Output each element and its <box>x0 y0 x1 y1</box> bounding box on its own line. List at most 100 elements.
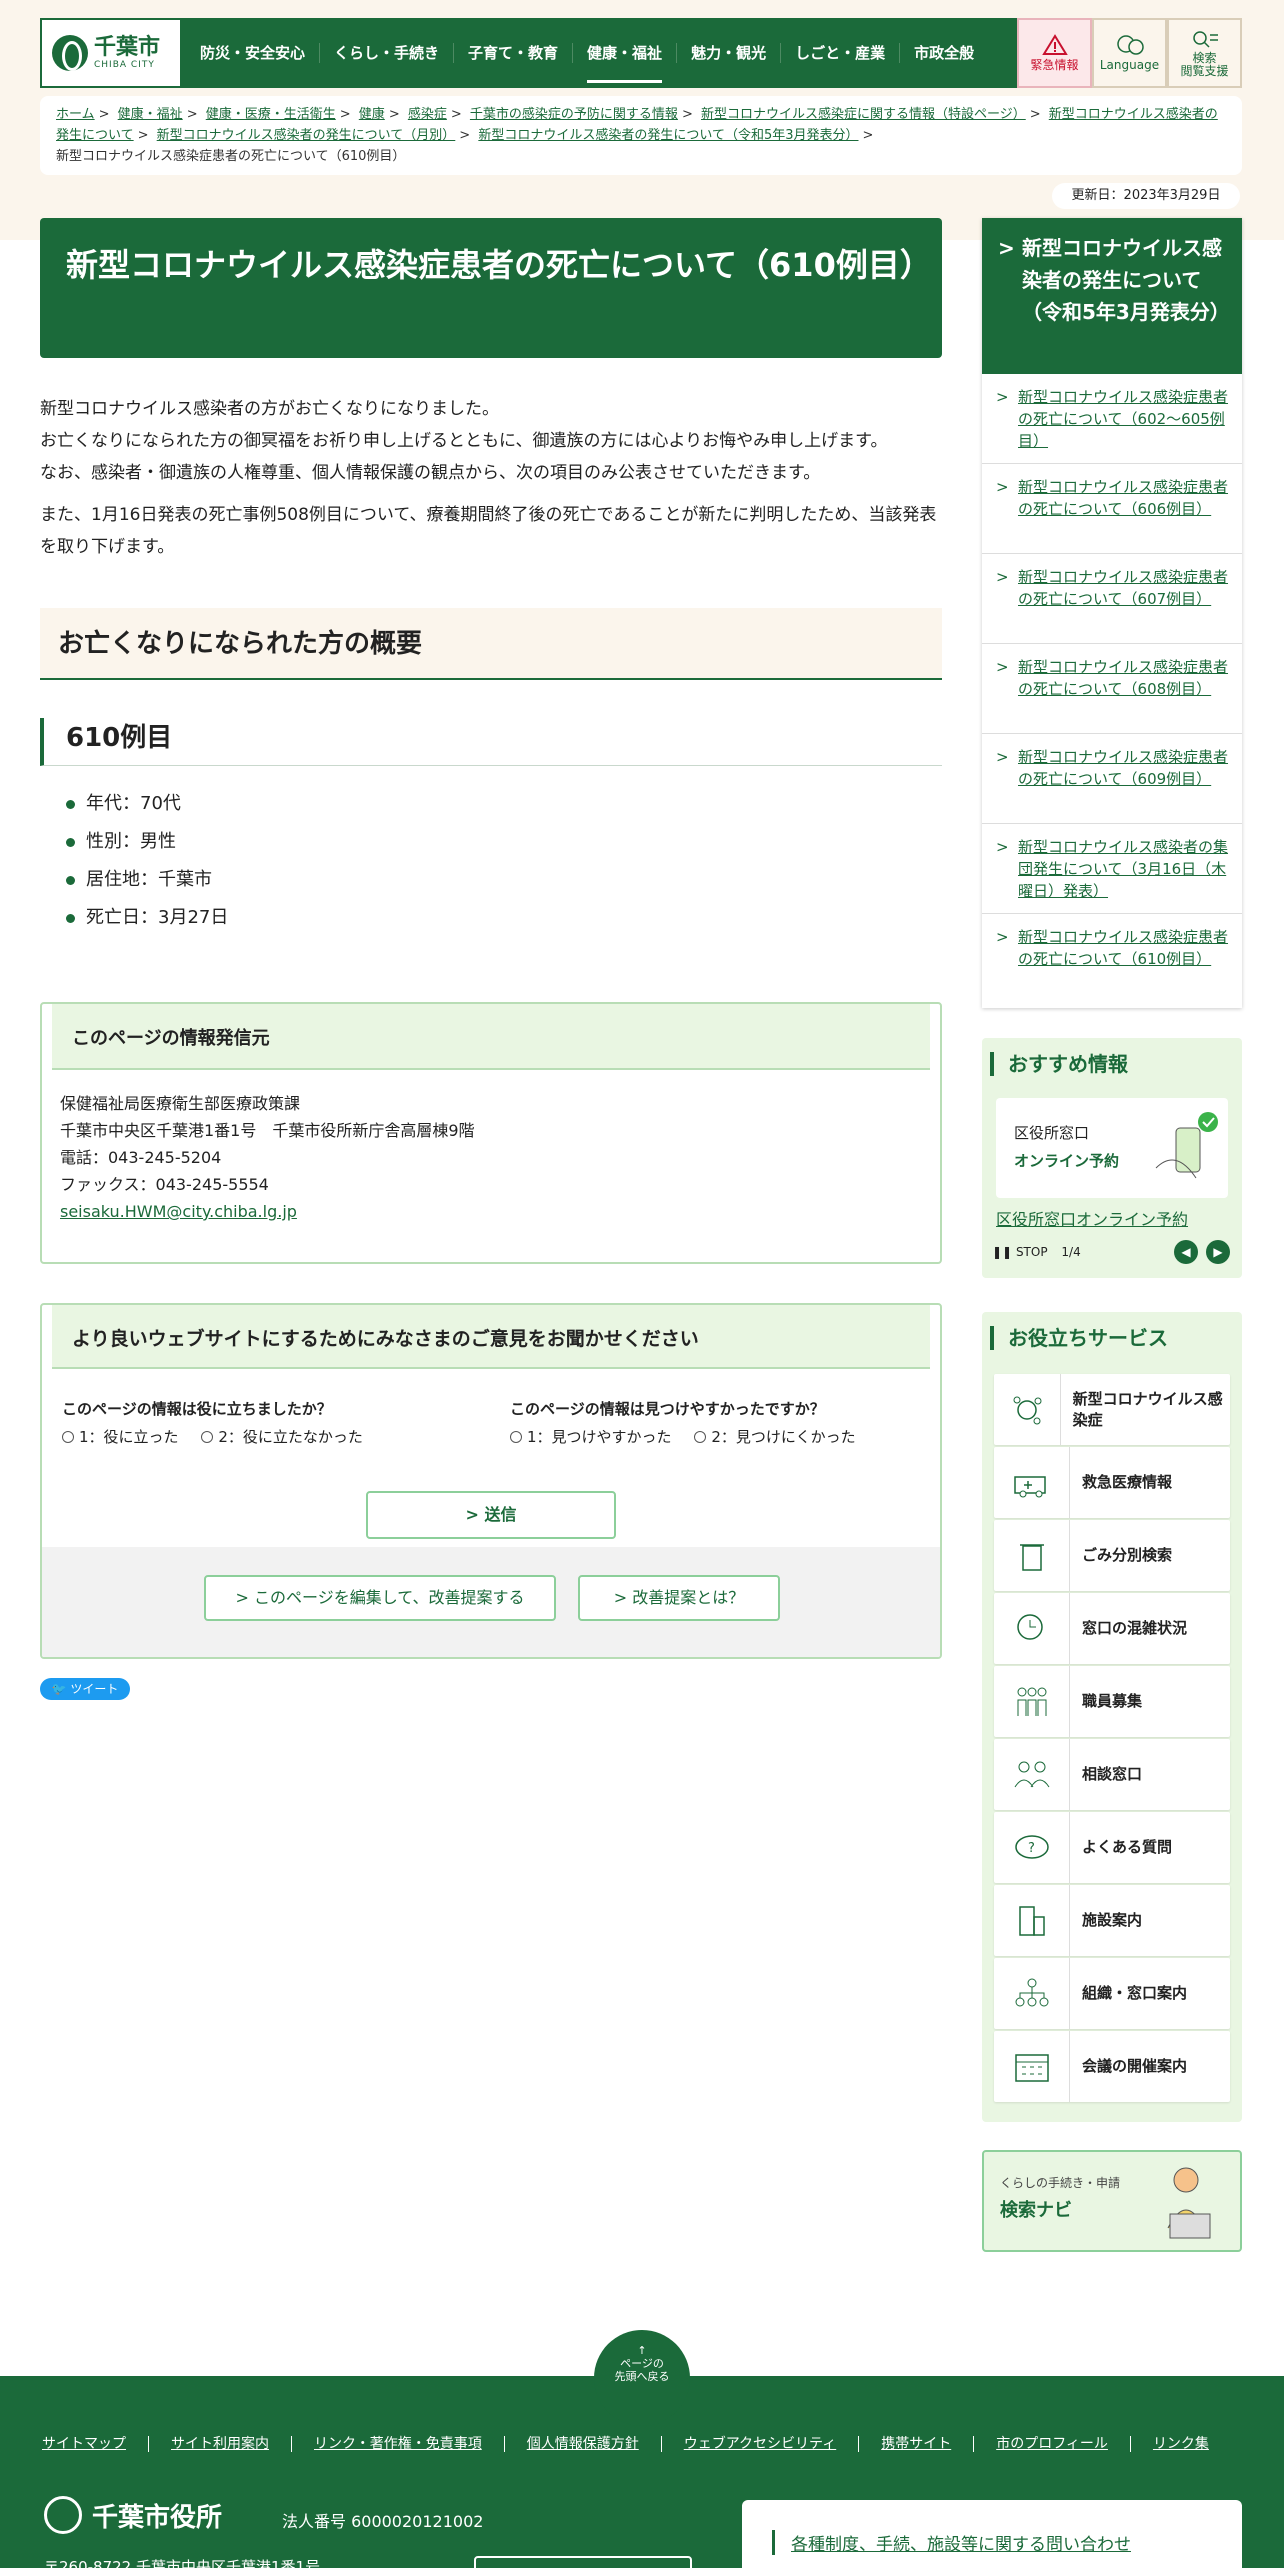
sidebar-item[interactable]: 新型コロナウイルス感染症患者の死亡について（609例目） <box>982 734 1242 824</box>
gnav-shigoto[interactable]: しごと・産業 <box>781 43 901 63</box>
search-button[interactable]: 検索 閲覧支援 <box>1167 18 1242 88</box>
sidebar-item[interactable]: 新型コロナウイルス感染症患者の死亡について（608例目） <box>982 644 1242 734</box>
footer-link[interactable]: 市のプロフィール <box>974 2436 1131 2452</box>
edit-suggest-button[interactable]: > このページを編集して、改善提案する <box>204 1575 556 1621</box>
service-item[interactable]: ごみ分別検索 <box>994 1520 1230 1591</box>
case-heading: 610例目 <box>40 718 942 766</box>
sidebar-link[interactable]: 新型コロナウイルス感染症患者の死亡について（602〜605例目） <box>1018 388 1228 450</box>
site-logo[interactable]: 千葉市 CHIBA CITY <box>40 18 180 88</box>
recommend-link[interactable]: 区役所窓口オンライン予約 <box>996 1206 1188 1230</box>
smartphone-hand-icon <box>1155 1112 1218 1179</box>
gnav-shisei[interactable]: 市政全般 <box>900 43 988 63</box>
fact-sex: 性別：男性 <box>60 823 228 861</box>
q2-option-easy[interactable]: 1：見つけやすかった <box>510 1428 672 1446</box>
footer-link[interactable]: 個人情報保護方針 <box>505 2436 662 2452</box>
arrow-up-icon: ↑ <box>637 2344 647 2357</box>
sidebar-item[interactable]: 新型コロナウイルス感染症患者の死亡について（606例目） <box>982 464 1242 554</box>
footer-map-button[interactable] <box>474 2556 692 2568</box>
q2-option-hard[interactable]: 2：見つけにくかった <box>694 1428 856 1446</box>
footer-link[interactable]: 携帯サイト <box>859 2436 975 2452</box>
gnav-kosodate[interactable]: 子育て・教育 <box>454 43 574 63</box>
footer-link[interactable]: サイトマップ <box>42 2436 149 2452</box>
search-navi-banner[interactable]: くらしの手続き・申請 検索ナビ <box>982 2150 1242 2252</box>
q1-option-useful[interactable]: 1：役に立った <box>62 1428 179 1446</box>
logo-text-en: CHIBA CITY <box>94 60 155 70</box>
emergency-button[interactable]: 緊急情報 <box>1017 18 1092 88</box>
q1-option-not-useful[interactable]: 2：役に立たなかった <box>201 1428 363 1446</box>
breadcrumb-current: 新型コロナウイルス感染症患者の死亡について（610例目） <box>56 149 406 164</box>
ambulance-icon <box>994 1447 1070 1518</box>
global-nav: 防災・安全安心 くらし・手続き 子育て・教育 健康・福祉 魅力・観光 しごと・産… <box>180 18 1017 88</box>
service-item[interactable]: ? よくある質問 <box>994 1812 1230 1883</box>
sidebar-heading[interactable]: 新型コロナウイルス感染者の発生について（令和5年3月発表分） <box>982 218 1242 374</box>
consult-icon <box>994 1739 1070 1810</box>
carousel-counter: 1/4 <box>1061 1245 1081 1259</box>
footer-address: 〒260-8722 千葉市中央区千葉港1番1号 <box>44 2558 321 2568</box>
service-label: よくある質問 <box>1082 1838 1173 1856</box>
gnav-kurashi[interactable]: くらし・手続き <box>320 43 455 63</box>
feedback-q1: このページの情報は役に立ちましたか？ 1：役に立った 2：役に立たなかった <box>62 1395 381 1451</box>
breadcrumb-link[interactable]: 新型コロナウイルス感染者の発生について（月別） <box>157 128 456 143</box>
site-header: 千葉市 CHIBA CITY 防災・安全安心 くらし・手続き 子育て・教育 健康… <box>40 18 1242 88</box>
sidebar-item[interactable]: 新型コロナウイルス感染症患者の死亡について（607例目） <box>982 554 1242 644</box>
sidebar-link[interactable]: 新型コロナウイルス感染症患者の死亡について（607例目） <box>1018 568 1228 608</box>
pause-icon[interactable]: ❚❚ <box>992 1245 1012 1259</box>
submit-button[interactable]: > 送信 <box>366 1491 616 1539</box>
sidebar-link[interactable]: 新型コロナウイルス感染症患者の死亡について（606例目） <box>1018 478 1228 518</box>
sidebar-item[interactable]: 新型コロナウイルス感染症患者の死亡について（602〜605例目） <box>982 374 1242 464</box>
service-item[interactable]: 新型コロナウイルス感染症 <box>994 1374 1230 1445</box>
breadcrumb-link[interactable]: 感染症 <box>408 107 447 122</box>
contact-box: このページの情報発信元 保健福祉局医療衛生部医療政策課 千葉市中央区千葉港1番1… <box>40 1002 942 1264</box>
sidebar-link[interactable]: 新型コロナウイルス感染症患者の死亡について（609例目） <box>1018 748 1228 788</box>
banner-text-1: 区役所窓口 <box>1014 1124 1090 1142</box>
breadcrumb-link[interactable]: 健康・福祉 <box>118 107 183 122</box>
calendar-icon <box>994 2031 1070 2102</box>
breadcrumb-link[interactable]: 健康 <box>359 107 385 122</box>
sidebar-link[interactable]: 新型コロナウイルス感染症患者の死亡について（610例目） <box>1018 928 1228 968</box>
breadcrumb-link[interactable]: 千葉市の感染症の予防に関する情報 <box>470 107 678 122</box>
footer-link[interactable]: リンク・著作権・免責事項 <box>292 2436 505 2452</box>
gnav-miryoku[interactable]: 魅力・観光 <box>677 43 782 63</box>
stop-button[interactable]: STOP <box>1016 1245 1048 1259</box>
feedback-footer: > このページを編集して、改善提案する > 改善提案とは？ <box>42 1547 940 1657</box>
service-label: 新型コロナウイルス感染症 <box>1072 1389 1223 1429</box>
service-item[interactable]: 組織・窓口案内 <box>994 1958 1230 2029</box>
contact-email-link[interactable]: seisaku.HWM@city.chiba.lg.jp <box>60 1202 297 1221</box>
sidebar-item[interactable]: 新型コロナウイルス感染者の集団発生について（3月16日（木曜日）発表） <box>982 824 1242 914</box>
carousel-controls: ❚❚ STOP 1/4 <box>992 1245 1081 1259</box>
service-label: 会議の開催案内 <box>1082 2057 1188 2075</box>
feedback-heading: より良いウェブサイトにするためにみなさまのご意見をお聞かせください <box>52 1305 930 1369</box>
about-suggest-button[interactable]: > 改善提案とは？ <box>578 1575 780 1621</box>
breadcrumb-link[interactable]: 新型コロナウイルス感染症に関する情報（特設ページ） <box>701 107 1026 122</box>
breadcrumb-link[interactable]: ホーム <box>56 107 95 122</box>
footer-link[interactable]: ウェブアクセシビリティ <box>662 2436 860 2452</box>
tweet-button[interactable]: 🐦 ツイート <box>40 1678 130 1700</box>
page-top-button[interactable]: ↑ ページの 先頭へ戻る <box>594 2330 690 2426</box>
breadcrumb-link[interactable]: 健康・医療・生活衛生 <box>206 107 336 122</box>
service-item[interactable]: 会議の開催案内 <box>994 2031 1230 2102</box>
inquiry-link[interactable]: 各種制度、手続、施設等に関する問い合わせ <box>772 2530 1131 2555</box>
breadcrumb-link[interactable]: 新型コロナウイルス感染者の発生について（令和5年3月発表分） <box>478 128 858 143</box>
language-button[interactable]: Language <box>1092 18 1167 88</box>
footer-link[interactable]: リンク集 <box>1131 2436 1231 2452</box>
case-facts-list: 年代：70代 性別：男性 居住地：千葉市 死亡日：3月27日 <box>60 785 228 937</box>
banner-text-2: オンライン予約 <box>1014 1152 1120 1170</box>
recommend-banner[interactable]: 区役所窓口 オンライン予約 <box>996 1098 1228 1198</box>
sidebar-link[interactable]: 新型コロナウイルス感染者の集団発生について（3月16日（木曜日）発表） <box>1018 838 1228 900</box>
sidebar-local-nav: 新型コロナウイルス感染者の発生について（令和5年3月発表分） 新型コロナウイルス… <box>982 218 1242 1008</box>
service-item[interactable]: 職員募集 <box>994 1666 1230 1737</box>
intro-line-3: なお、感染者・御遺族の人権尊重、個人情報保護の観点から、次の項目のみ公表させてい… <box>40 463 821 483</box>
service-item[interactable]: 施設案内 <box>994 1885 1230 1956</box>
prev-arrow-icon[interactable]: ◀ <box>1174 1240 1198 1264</box>
service-item[interactable]: 救急医療情報 <box>994 1447 1230 1518</box>
footer-link[interactable]: サイト利用案内 <box>149 2436 292 2452</box>
next-arrow-icon[interactable]: ▶ <box>1206 1240 1230 1264</box>
footer-org-name: 千葉市役所 <box>92 2502 223 2533</box>
sidebar-link[interactable]: 新型コロナウイルス感染症患者の死亡について（608例目） <box>1018 658 1228 698</box>
breadcrumb: ホーム > 健康・福祉 > 健康・医療・生活衛生 > 健康 > 感染症 > 千葉市の感染症… <box>40 96 1242 175</box>
sidebar-item[interactable]: 新型コロナウイルス感染症患者の死亡について（610例目） <box>982 914 1242 1004</box>
service-item[interactable]: 窓口の混雑状況 <box>994 1593 1230 1664</box>
service-item[interactable]: 相談窓口 <box>994 1739 1230 1810</box>
gnav-kenko[interactable]: 健康・福祉 <box>573 43 678 83</box>
gnav-bousai[interactable]: 防災・安全安心 <box>186 43 321 63</box>
